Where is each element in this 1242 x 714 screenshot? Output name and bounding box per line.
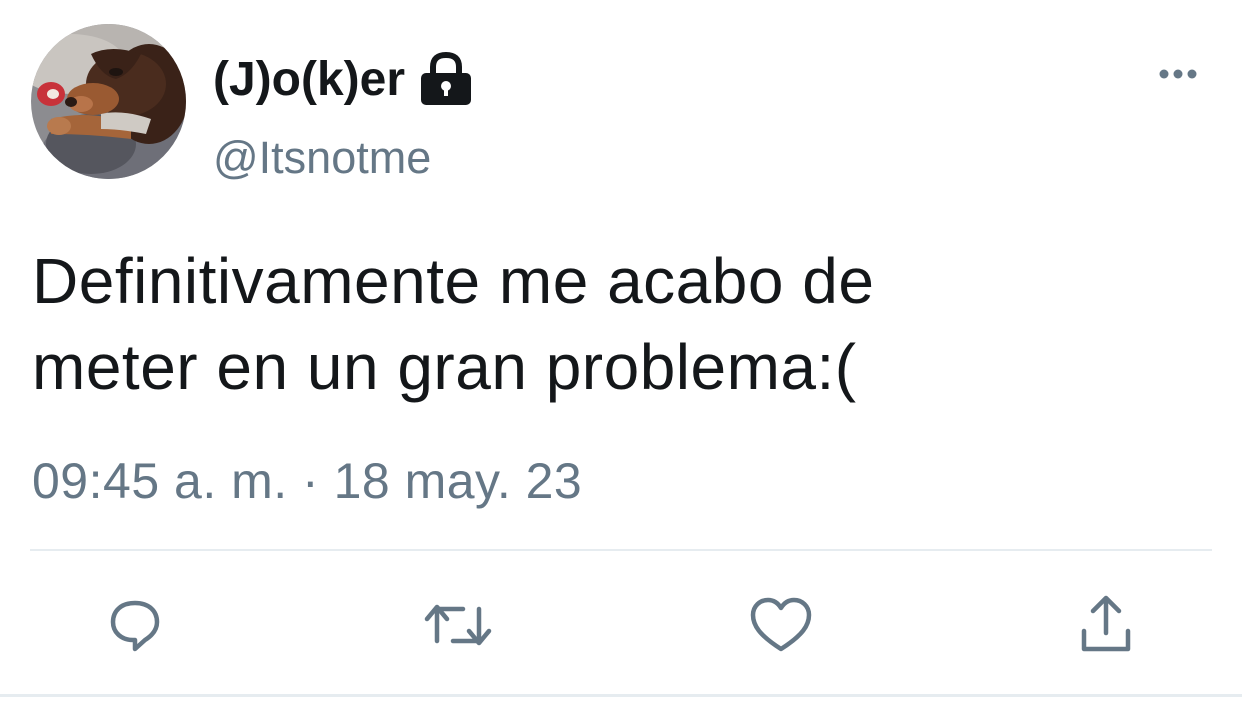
like-icon bbox=[750, 597, 812, 652]
display-name[interactable]: (J)o(k)er bbox=[213, 52, 405, 107]
share-icon bbox=[1081, 595, 1131, 652]
action-bar bbox=[0, 590, 1242, 660]
more-icon[interactable] bbox=[1156, 60, 1200, 88]
retweet-button[interactable] bbox=[423, 590, 493, 660]
tweet-text: Definitivamente me acabo de meter en un … bbox=[32, 238, 1182, 410]
tweet: (J)o(k)er @Itsnotme Definitivamente me a… bbox=[0, 0, 1242, 714]
tweet-text-line-2: meter en un gran problema:( bbox=[32, 331, 857, 403]
bottom-divider bbox=[0, 694, 1242, 697]
retweet-icon bbox=[424, 604, 492, 646]
share-button[interactable] bbox=[1071, 590, 1141, 660]
tweet-timestamp[interactable]: 09:45 a. m. · 18 may. 23 bbox=[32, 452, 582, 510]
puppy-photo bbox=[31, 24, 186, 179]
reply-icon bbox=[110, 600, 160, 652]
reply-button[interactable] bbox=[100, 590, 170, 660]
author-name-row: (J)o(k)er bbox=[213, 44, 473, 114]
tweet-text-line-1: Definitivamente me acabo de bbox=[32, 245, 875, 317]
avatar[interactable] bbox=[31, 24, 186, 179]
like-button[interactable] bbox=[746, 590, 816, 660]
author-handle[interactable]: @Itsnotme bbox=[213, 132, 431, 184]
lock-icon bbox=[419, 51, 473, 107]
divider bbox=[30, 549, 1212, 551]
